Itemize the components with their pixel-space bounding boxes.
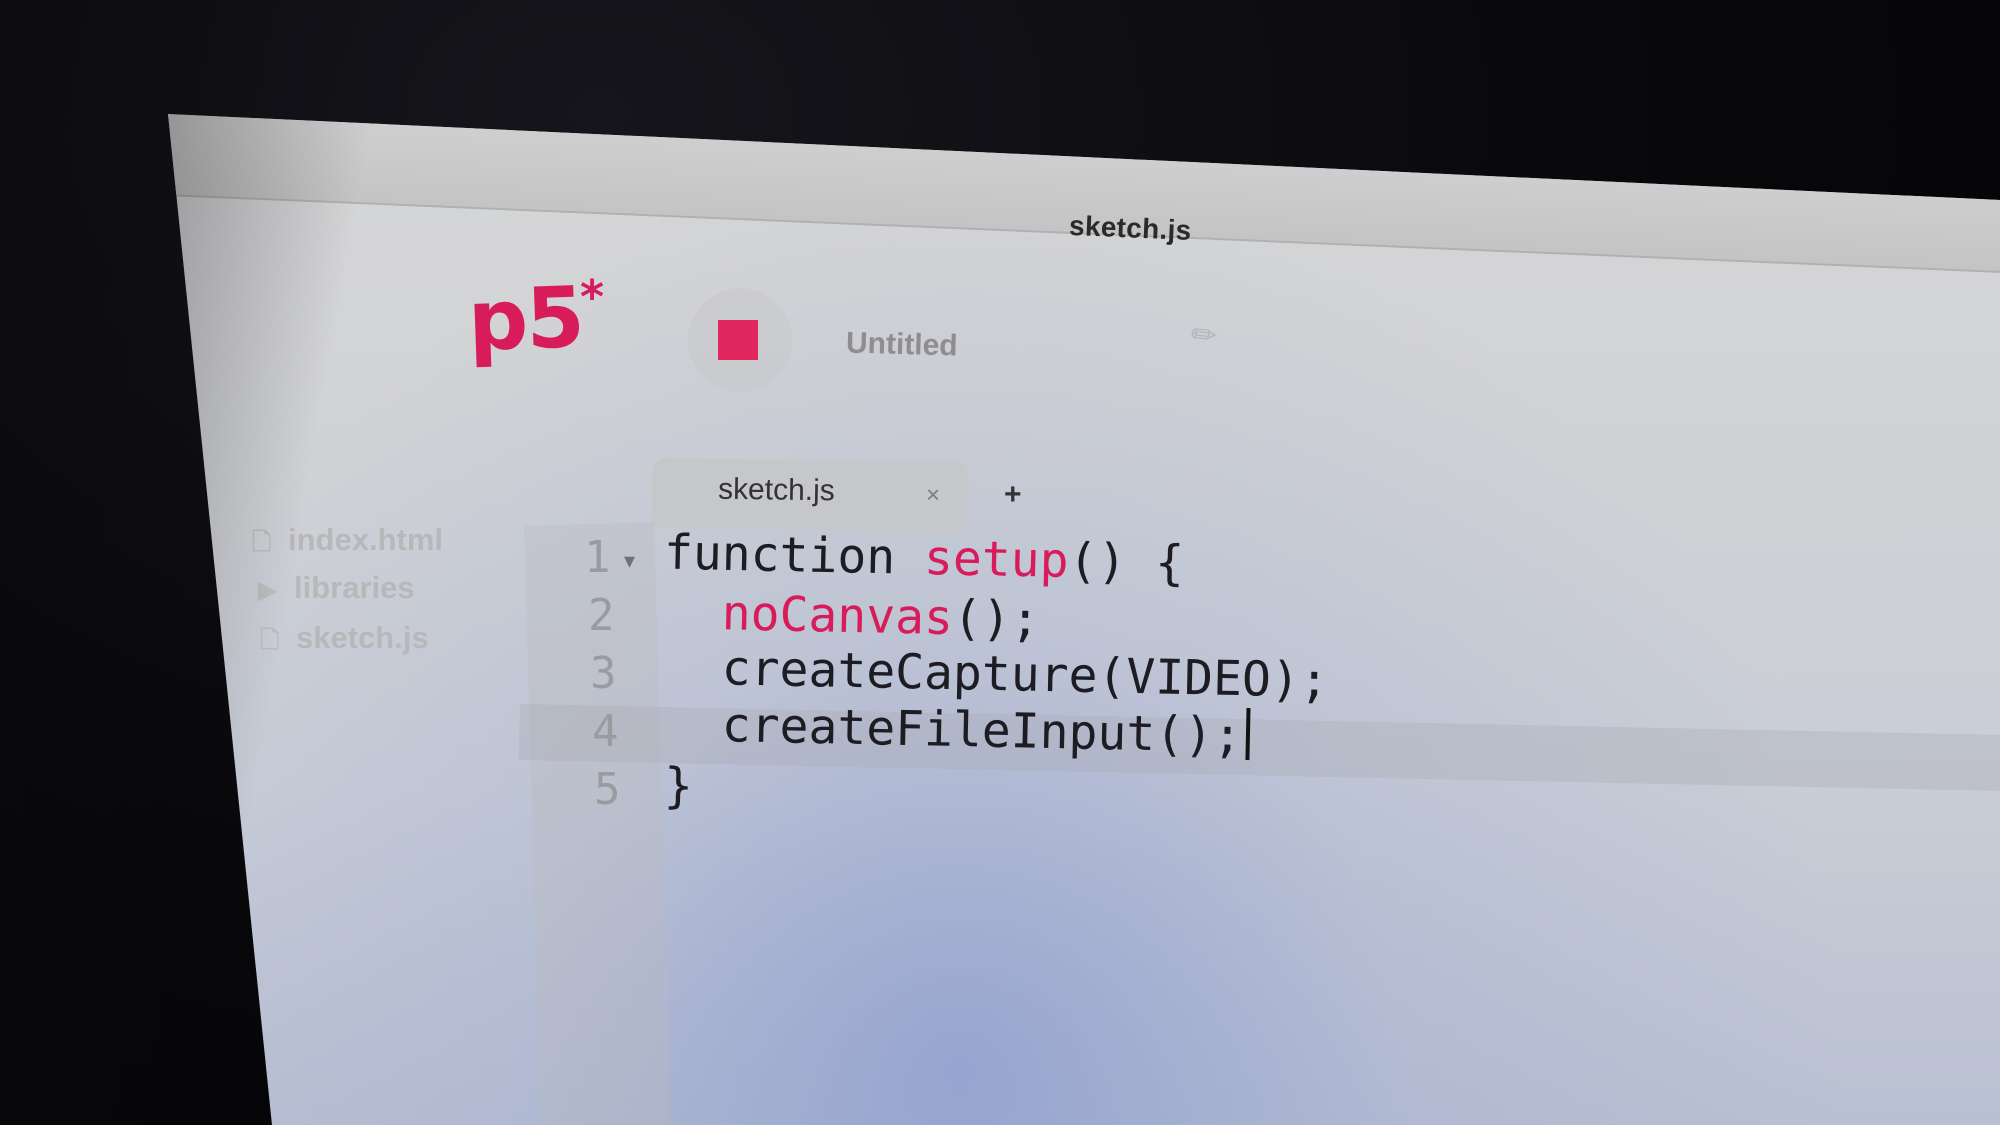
code-token: function <box>663 524 925 586</box>
code-line[interactable]: noCanvas(); <box>663 584 1040 648</box>
monitor-screen: sketch.js p5 * Untitled ✎ 🗋 index.html ▶ l… <box>168 114 2000 1125</box>
p5-editor-app: p5 * Untitled ✎ 🗋 index.html ▶ libraries 🗋… <box>168 114 2000 1125</box>
close-icon[interactable]: × <box>926 482 940 510</box>
sidebar-item-sketch-js[interactable]: 🗋 sketch.js <box>260 620 429 664</box>
caret-right-icon: ▶ <box>258 577 277 604</box>
fold-arrow-icon[interactable]: ▾ <box>624 548 635 574</box>
project-name[interactable]: Untitled <box>846 326 959 363</box>
photo-stage: sketch.js p5 * Untitled ✎ 🗋 index.html ▶ l… <box>0 0 2000 1125</box>
line-number: 2 <box>588 590 615 641</box>
sidebar-item-index-html[interactable]: 🗋 index.html <box>252 522 443 566</box>
sidebar-item-libraries[interactable]: ▶ libraries <box>258 570 415 606</box>
sidebar-item-label: index.html <box>288 522 444 557</box>
sidebar-item-label: libraries <box>294 570 415 605</box>
code-line[interactable]: } <box>663 758 693 815</box>
line-number: 4 <box>592 706 619 757</box>
file-icon: 🗋 <box>252 529 272 556</box>
tab-label: sketch.js <box>717 472 836 508</box>
pencil-icon[interactable]: ✎ <box>1184 314 1226 357</box>
code-token: () { <box>1067 533 1185 592</box>
code-token: } <box>663 757 694 815</box>
line-number: 5 <box>594 764 621 815</box>
stop-icon <box>718 320 758 360</box>
code-line[interactable]: function setup() { <box>663 525 1184 592</box>
p5-logo-star: * <box>580 270 605 324</box>
line-number: 3 <box>590 648 617 699</box>
p5-logo[interactable]: p5 <box>466 268 584 370</box>
code-token: (); <box>952 590 1041 648</box>
tab-sketch-js[interactable]: sketch.js × <box>651 457 969 533</box>
file-icon: 🗋 <box>260 627 280 654</box>
stop-button[interactable] <box>688 288 792 392</box>
code-token: setup <box>923 530 1070 590</box>
code-token: noCanvas <box>721 585 954 647</box>
line-number: 1 <box>584 532 611 583</box>
add-file-button[interactable]: + <box>1004 478 1022 512</box>
sidebar-item-label: sketch.js <box>296 620 429 655</box>
